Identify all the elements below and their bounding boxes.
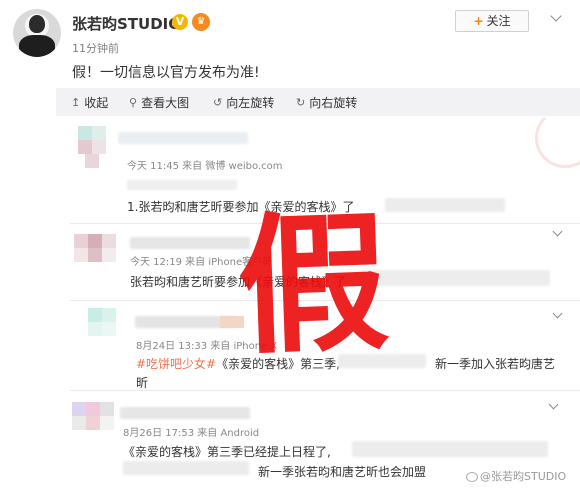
stamp-decoration — [535, 118, 580, 168]
rotate-right-icon: ↻ — [296, 96, 306, 109]
magnifier-icon: ⚲ — [129, 96, 138, 109]
comment-chevron-icon[interactable] — [552, 226, 563, 237]
blurred-username — [118, 132, 248, 144]
comment-meta: 今天 11:45 来自 微博 weibo.com — [127, 161, 283, 172]
comment-chevron-icon[interactable] — [552, 308, 563, 319]
pixelated-avatar — [88, 308, 102, 322]
pixelated-avatar — [72, 402, 86, 416]
comment-text: 《亲爱的客栈》第三季已经提上日程了, — [123, 445, 331, 459]
collapse-label: 收起 — [84, 96, 109, 110]
plus-icon: + — [473, 14, 484, 28]
collapse-icon: ↥ — [71, 96, 81, 109]
blurred-username — [130, 237, 250, 249]
comment-text-continued: 新一季加入张若昀唐艺 — [435, 357, 556, 371]
view-large-label: 查看大图 — [141, 96, 190, 110]
rotate-right-button[interactable]: ↻ 向右旋转 — [296, 94, 357, 111]
member-crown-icon: ♛ — [192, 13, 210, 31]
comment-chevron-icon[interactable] — [548, 399, 559, 410]
fake-stamp-text: 假 — [234, 194, 388, 376]
attached-image[interactable]: 今天 11:45 来自 微博 weibo.com 1.张若昀和唐艺昕要参加《亲爱… — [70, 118, 580, 490]
follow-button[interactable]: + 关注 — [455, 10, 529, 32]
blurred-username — [120, 407, 250, 419]
rotate-left-icon: ↺ — [213, 96, 223, 109]
rotate-left-label: 向左旋转 — [226, 96, 275, 110]
post-text: 假！一切信息以官方发布为准! — [72, 65, 260, 81]
weibo-post-card: 张若昀STUDIO V ♛ 11分钟前 + 关注 假！一切信息以官方发布为准! ↥… — [0, 0, 580, 490]
image-toolbar: ↥ 收起 ⚲ 查看大图 ↺ 向左旋转 ↻ 向右旋转 — [56, 88, 580, 116]
collapse-button[interactable]: ↥ 收起 — [71, 94, 108, 111]
rotate-right-label: 向右旋转 — [309, 96, 358, 110]
watermark: @张若昀STUDIO — [466, 468, 566, 484]
weibo-logo-icon — [466, 472, 478, 482]
follow-label: 关注 — [486, 14, 511, 28]
verified-icon: V — [172, 14, 188, 30]
comment-text-continued: 新一季张若昀和唐艺昕也会加盟 — [258, 465, 427, 479]
rotate-left-button[interactable]: ↺ 向左旋转 — [213, 94, 274, 111]
comment-text-wrap: 昕 — [136, 376, 149, 390]
view-large-button[interactable]: ⚲ 查看大图 — [129, 94, 189, 111]
comment-meta: 8月26日 17:53 来自 Android — [123, 428, 260, 439]
pixelated-avatar — [78, 126, 92, 140]
pixelated-avatar — [74, 234, 88, 248]
hashtag-link[interactable]: #吃饼吧少女# — [136, 357, 216, 371]
avatar[interactable] — [13, 9, 61, 57]
post-time[interactable]: 11分钟前 — [72, 40, 119, 56]
more-options-chevron-icon[interactable] — [550, 10, 562, 22]
username[interactable]: 张若昀STUDIO — [72, 13, 181, 34]
